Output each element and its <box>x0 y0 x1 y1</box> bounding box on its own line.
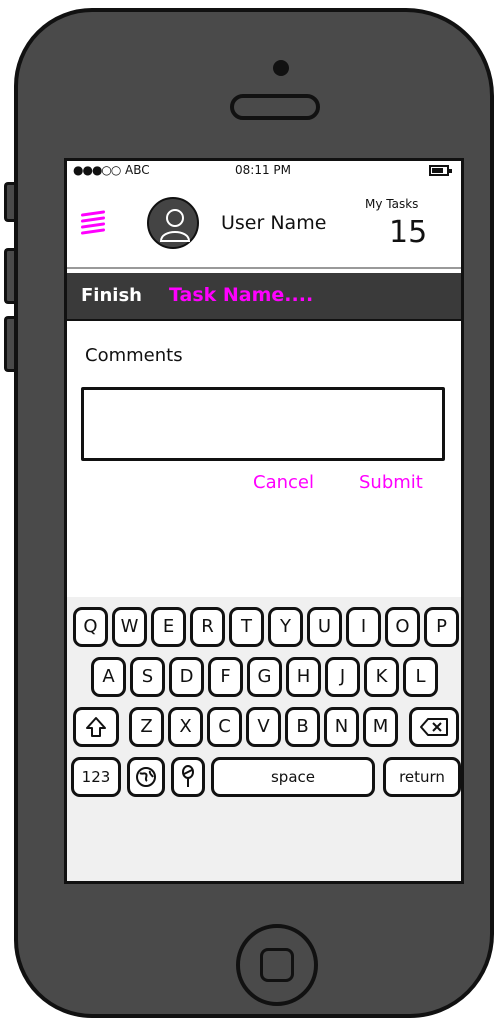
key-b[interactable]: B <box>285 707 320 747</box>
comments-input[interactable] <box>81 387 445 461</box>
numbers-key[interactable]: 123 <box>71 757 121 797</box>
status-bar: ●●●○○ ABC 08:11 PM <box>67 161 461 181</box>
battery-icon <box>429 165 452 176</box>
user-name: User Name <box>221 212 327 234</box>
status-time: 08:11 PM <box>235 163 291 177</box>
return-key[interactable]: return <box>383 757 461 797</box>
menu-icon[interactable] <box>81 209 107 239</box>
backspace-icon <box>420 718 448 736</box>
my-tasks-label: My Tasks <box>365 197 419 211</box>
finish-label: Finish <box>81 285 142 306</box>
key-n[interactable]: N <box>324 707 359 747</box>
title-bar: Finish Task Name.... <box>67 273 461 321</box>
key-v[interactable]: V <box>246 707 281 747</box>
avatar-icon <box>147 197 199 249</box>
key-h[interactable]: H <box>286 657 321 697</box>
key-p[interactable]: P <box>424 607 459 647</box>
my-tasks-count: 15 <box>389 215 428 250</box>
key-o[interactable]: O <box>385 607 420 647</box>
key-r[interactable]: R <box>190 607 225 647</box>
key-t[interactable]: T <box>229 607 264 647</box>
microphone-icon <box>182 765 194 787</box>
task-name: Task Name.... <box>169 284 314 306</box>
speaker-icon <box>230 94 320 120</box>
key-l[interactable]: L <box>403 657 438 697</box>
key-m[interactable]: M <box>363 707 398 747</box>
camera-icon <box>273 60 289 76</box>
carrier-label: ABC <box>125 163 150 177</box>
key-y[interactable]: Y <box>268 607 303 647</box>
key-z[interactable]: Z <box>129 707 164 747</box>
comments-label: Comments <box>85 345 183 366</box>
key-w[interactable]: W <box>112 607 147 647</box>
space-key[interactable]: space <box>211 757 375 797</box>
key-i[interactable]: I <box>346 607 381 647</box>
dictation-key[interactable] <box>171 757 205 797</box>
home-button[interactable] <box>236 924 318 1006</box>
signal-icon: ●●●○○ <box>73 163 121 177</box>
key-q[interactable]: Q <box>73 607 108 647</box>
volume-up-button <box>4 248 14 304</box>
home-square-icon <box>260 948 294 982</box>
screen: ●●●○○ ABC 08:11 PM User Name My Tasks 15… <box>64 158 464 884</box>
key-e[interactable]: E <box>151 607 186 647</box>
shift-key[interactable] <box>73 707 119 747</box>
globe-key[interactable] <box>127 757 165 797</box>
key-c[interactable]: C <box>207 707 242 747</box>
key-u[interactable]: U <box>307 607 342 647</box>
backspace-key[interactable] <box>409 707 459 747</box>
cancel-button[interactable]: Cancel <box>253 472 314 493</box>
shift-icon <box>86 717 106 737</box>
volume-down-button <box>4 316 14 372</box>
key-d[interactable]: D <box>169 657 204 697</box>
submit-button[interactable]: Submit <box>359 472 423 493</box>
key-g[interactable]: G <box>247 657 282 697</box>
key-a[interactable]: A <box>91 657 126 697</box>
key-j[interactable]: J <box>325 657 360 697</box>
mute-switch <box>4 182 14 222</box>
globe-icon <box>136 767 156 787</box>
key-f[interactable]: F <box>208 657 243 697</box>
header: User Name My Tasks 15 <box>67 185 461 269</box>
keyboard: Q W E R T Y U I O P A S D F G H J K L Z … <box>67 597 461 881</box>
key-s[interactable]: S <box>130 657 165 697</box>
key-k[interactable]: K <box>364 657 399 697</box>
key-x[interactable]: X <box>168 707 203 747</box>
